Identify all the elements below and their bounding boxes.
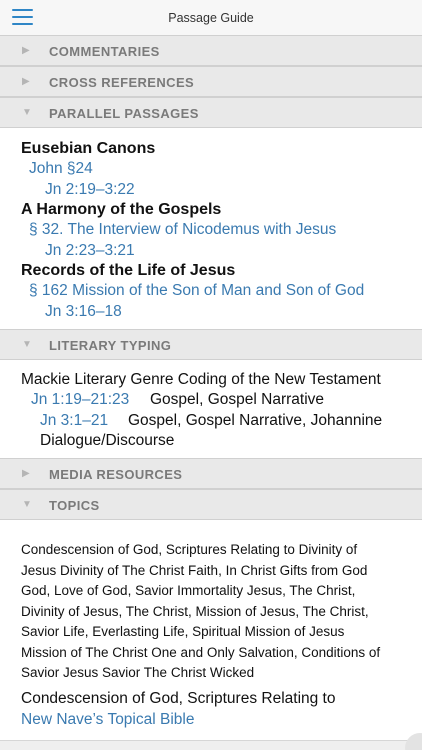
- resource-title: A Harmony of the Gospels: [21, 201, 222, 218]
- topic-cloud-line[interactable]: Savior Life, Everlasting Life, Spiritual…: [21, 622, 344, 643]
- triangle-down-icon: ▼: [22, 339, 32, 350]
- resource-title: Eusebian Canons: [21, 140, 156, 157]
- topic-entry-title: Condescension of God, Scriptures Relatin…: [21, 690, 336, 707]
- section-header-cross-references[interactable]: ▶ CROSS REFERENCES: [0, 66, 422, 97]
- topic-source-link[interactable]: New Nave’s Topical Bible: [21, 711, 194, 729]
- topic-cloud-line[interactable]: Divinity of Jesus, The Christ, Mission o…: [21, 602, 369, 623]
- genre-label: Gospel, Gospel Narrative: [150, 391, 325, 408]
- triangle-down-icon: ▼: [22, 499, 32, 510]
- passage-ref-link[interactable]: Jn 3:16–18: [45, 303, 122, 321]
- resource-title: Records of the Life of Jesus: [21, 262, 236, 279]
- triangle-right-icon: ▶: [22, 45, 30, 56]
- section-label: CROSS REFERENCES: [49, 75, 195, 90]
- page-title: Passage Guide: [168, 11, 254, 25]
- parallel-entry-link[interactable]: § 32. The Interview of Nicodemus with Je…: [29, 221, 336, 239]
- passage-ref-link[interactable]: Jn 2:19–3:22: [45, 181, 135, 199]
- bottom-divider: [0, 740, 422, 750]
- passage-ref-link[interactable]: Jn 3:1–21: [40, 412, 108, 430]
- passage-ref-link[interactable]: Jn 2:23–3:21: [45, 242, 135, 260]
- topic-cloud-line[interactable]: Savior Jesus Savior The Christ Wicked: [21, 663, 254, 684]
- section-header-parallel-passages[interactable]: ▼ PARALLEL PASSAGES: [0, 97, 422, 128]
- triangle-right-icon: ▶: [22, 76, 30, 87]
- topics-content: Condescension of God, Scriptures Relatin…: [0, 520, 422, 735]
- passage-ref-link[interactable]: Jn 1:19–21:23: [31, 391, 129, 409]
- section-label: PARALLEL PASSAGES: [49, 106, 199, 121]
- section-header-commentaries[interactable]: ▶ COMMENTARIES: [0, 35, 422, 66]
- topic-cloud-line[interactable]: Jesus Divinity of The Christ Faith, In C…: [21, 561, 367, 582]
- topic-cloud-line[interactable]: God, Love of God, Savior Immortality Jes…: [21, 581, 355, 602]
- section-label: TOPICS: [49, 498, 100, 513]
- parallel-entry-link[interactable]: § 162 Mission of the Son of Man and Son …: [29, 282, 364, 300]
- literary-typing-content: Mackie Literary Genre Coding of the New …: [0, 360, 422, 458]
- parallel-entry-link[interactable]: John §24: [29, 160, 93, 178]
- triangle-down-icon: ▼: [22, 107, 32, 118]
- section-label: LITERARY TYPING: [49, 338, 172, 353]
- topic-cloud-line[interactable]: Condescension of God, Scriptures Relatin…: [21, 540, 357, 561]
- triangle-right-icon: ▶: [22, 468, 30, 479]
- section-header-literary-typing[interactable]: ▼ LITERARY TYPING: [0, 329, 422, 360]
- topic-cloud-line[interactable]: Mission of The Christ One and Only Salva…: [21, 643, 380, 664]
- top-bar: Passage Guide: [0, 0, 422, 36]
- section-label: COMMENTARIES: [49, 44, 160, 59]
- parallel-passages-content: Eusebian Canons John §24 Jn 2:19–3:22 A …: [0, 128, 422, 328]
- section-label: MEDIA RESOURCES: [49, 467, 183, 482]
- section-header-topics[interactable]: ▼ TOPICS: [0, 489, 422, 520]
- scroll-indicator[interactable]: [405, 733, 422, 750]
- resource-title: Mackie Literary Genre Coding of the New …: [21, 371, 381, 388]
- section-header-media-resources[interactable]: ▶ MEDIA RESOURCES: [0, 458, 422, 489]
- genre-label: Gospel, Gospel Narrative, Johannine: [128, 412, 383, 429]
- genre-label: Dialogue/Discourse: [40, 432, 175, 449]
